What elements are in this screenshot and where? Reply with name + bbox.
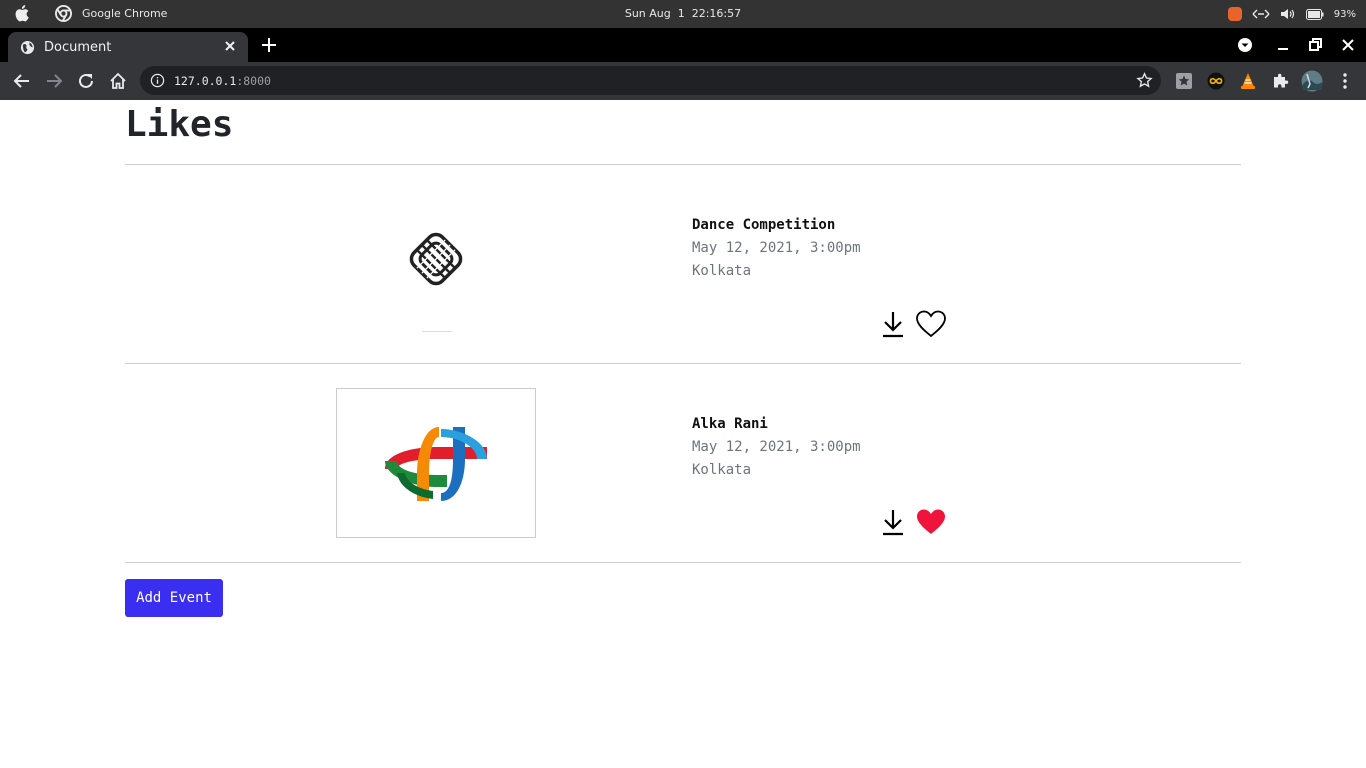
colorful-knot-logo <box>385 427 487 501</box>
bookmark-star-icon[interactable] <box>1136 72 1153 89</box>
tab-strip: Document <box>0 28 1366 62</box>
profile-avatar[interactable] <box>1301 70 1323 92</box>
volume-icon[interactable] <box>1280 8 1296 20</box>
forward-icon[interactable] <box>44 71 64 91</box>
chrome-menu-icon[interactable] <box>1335 71 1355 91</box>
globe-icon <box>20 40 35 55</box>
bookmark-manager-extension-icon[interactable] <box>1174 71 1194 91</box>
page-content: Likes Dance Competition May 12, 2021, 3:… <box>0 100 1366 768</box>
infinity-extension-icon[interactable] <box>1206 71 1226 91</box>
minimize-icon[interactable] <box>1274 36 1292 54</box>
divider <box>125 562 1241 563</box>
new-tab-icon[interactable] <box>260 36 278 54</box>
home-icon[interactable] <box>108 71 128 91</box>
event-actions <box>881 508 953 538</box>
extensions-puzzle-icon[interactable] <box>1270 71 1290 91</box>
notification-app-icon[interactable] <box>1227 7 1242 21</box>
clock[interactable]: Sun Aug 1 22:16:57 <box>625 7 741 20</box>
restore-icon[interactable] <box>1306 36 1324 54</box>
event-name: Alka Rani <box>692 416 768 432</box>
close-tab-icon[interactable] <box>222 38 238 54</box>
download-icon[interactable] <box>881 310 905 338</box>
url-text[interactable]: 127.0.0.1:8000 <box>174 74 271 88</box>
chrome-icon <box>55 5 72 22</box>
apple-icon[interactable] <box>14 5 30 23</box>
browser-toolbar: 127.0.0.1:8000 <box>0 62 1366 100</box>
heart-filled-icon[interactable] <box>915 508 947 536</box>
event-image[interactable] <box>336 388 536 538</box>
page-title: Likes <box>125 104 234 145</box>
close-window-icon[interactable] <box>1339 36 1357 54</box>
address-bar[interactable]: 127.0.0.1:8000 <box>140 66 1161 95</box>
system-tray: 93% <box>1227 5 1356 23</box>
os-menu-bar: Google Chrome Sun Aug 1 22:16:57 93% <box>0 0 1366 28</box>
add-event-button[interactable]: Add Event <box>125 579 223 617</box>
event-date: May 12, 2021, 3:00pm <box>692 439 861 455</box>
battery-icon[interactable] <box>1305 8 1324 20</box>
tab-document[interactable]: Document <box>8 32 248 62</box>
vlc-extension-icon[interactable] <box>1238 71 1258 91</box>
network-icon[interactable] <box>1252 8 1270 20</box>
event-date: May 12, 2021, 3:00pm <box>692 240 861 256</box>
active-app-name[interactable]: Google Chrome <box>82 7 167 20</box>
event-row: Alka Rani May 12, 2021, 3:00pm Kolkata <box>125 364 1241 562</box>
battery-percent: 93% <box>1333 8 1356 20</box>
event-location: Kolkata <box>692 462 752 478</box>
event-image[interactable] <box>336 189 534 337</box>
reload-icon[interactable] <box>76 71 96 91</box>
event-row: Dance Competition May 12, 2021, 3:00pm K… <box>125 165 1241 363</box>
download-icon[interactable] <box>881 508 905 536</box>
event-name: Dance Competition <box>692 217 836 233</box>
tab-search-icon[interactable] <box>1236 36 1254 54</box>
tab-title: Document <box>44 40 112 55</box>
heart-outline-icon[interactable] <box>915 310 947 338</box>
celtic-knot-logo <box>409 232 463 332</box>
back-icon[interactable] <box>12 71 32 91</box>
event-location: Kolkata <box>692 263 752 279</box>
event-actions <box>881 310 953 340</box>
site-info-icon[interactable] <box>150 73 165 88</box>
